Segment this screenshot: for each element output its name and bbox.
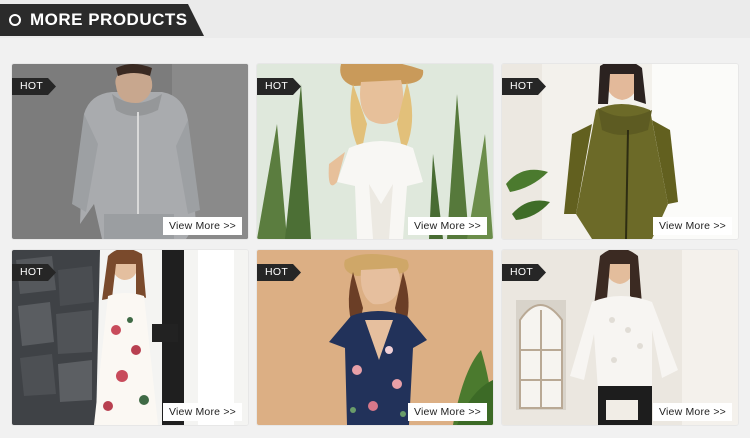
product-card[interactable]: HOT View More >> <box>257 250 493 425</box>
hot-badge: HOT <box>502 78 546 95</box>
product-card[interactable]: HOT View More >> <box>502 64 738 239</box>
product-card[interactable]: HOT View More >> <box>12 64 248 239</box>
hot-badge: HOT <box>12 264 56 281</box>
product-grid: HOT View More >> HOT View More >> HOT Vi… <box>0 0 750 438</box>
product-card[interactable]: HOT View More >> <box>12 250 248 425</box>
hot-badge: HOT <box>257 264 301 281</box>
hot-badge: HOT <box>12 78 56 95</box>
view-more-button[interactable]: View More >> <box>653 217 732 235</box>
view-more-button[interactable]: View More >> <box>408 217 487 235</box>
hot-badge: HOT <box>257 78 301 95</box>
product-card[interactable]: HOT View More >> <box>502 250 738 425</box>
view-more-button[interactable]: View More >> <box>408 403 487 421</box>
product-card[interactable]: HOT View More >> <box>257 64 493 239</box>
view-more-button[interactable]: View More >> <box>163 217 242 235</box>
view-more-button[interactable]: View More >> <box>163 403 242 421</box>
hot-badge: HOT <box>502 264 546 281</box>
view-more-button[interactable]: View More >> <box>653 403 732 421</box>
